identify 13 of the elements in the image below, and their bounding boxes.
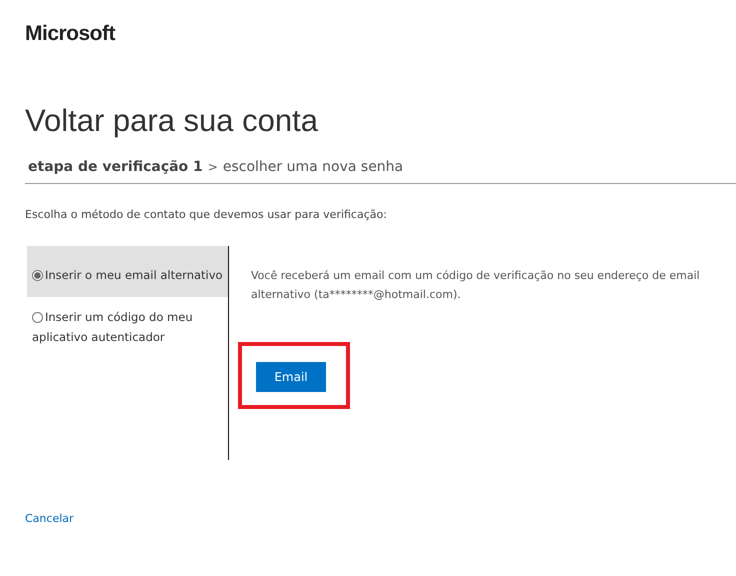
- cancel-link[interactable]: Cancelar: [25, 512, 74, 525]
- email-button[interactable]: Email: [256, 362, 326, 392]
- radio-button[interactable]: [32, 270, 43, 281]
- step-label: etapa de verificação 1: [28, 159, 203, 175]
- radio-button[interactable]: [32, 312, 43, 323]
- microsoft-logo: Microsoft: [25, 22, 115, 46]
- option-item[interactable]: Inserir um código do meu aplicativo autenticador: [27, 297, 228, 359]
- page-title: Voltar para sua conta: [25, 103, 318, 139]
- instruction-text: Escolha o método de contato que devemos usar para verificação:: [25, 208, 387, 221]
- step-label: escolher uma nova senha: [222, 159, 404, 175]
- option-item[interactable]: Inserir o meu email alternativo: [27, 246, 228, 297]
- description-text: Você receberá um email com um código de verificação no seu endereço de email alternativo (ta********@hotmail.com).: [251, 268, 701, 303]
- chevron-separator: >: [208, 160, 218, 174]
